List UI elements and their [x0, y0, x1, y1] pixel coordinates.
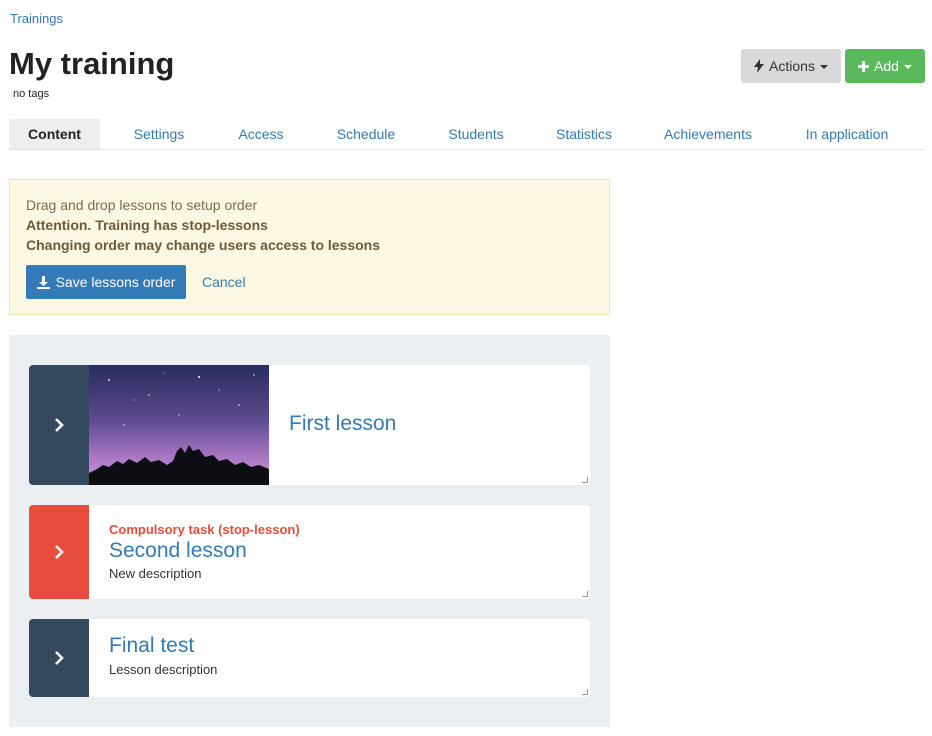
add-button-label: Add — [874, 58, 899, 74]
tab-in-application[interactable]: In application — [799, 119, 895, 149]
lesson-thumbnail-night-sky — [89, 365, 269, 485]
save-lessons-order-button[interactable]: Save lessons order — [26, 265, 186, 299]
caret-down-icon — [903, 65, 912, 69]
tags-label: no tags — [13, 88, 50, 100]
chevron-right-icon — [55, 418, 64, 432]
tab-statistics[interactable]: Statistics — [523, 119, 645, 149]
resize-grip-icon — [582, 591, 588, 597]
actions-button[interactable]: Actions — [741, 49, 841, 83]
notice-order-warning-text: Changing order may change users access t… — [26, 237, 381, 253]
add-button[interactable]: Add — [845, 49, 925, 83]
plus-icon — [858, 60, 870, 72]
tab-access[interactable]: Access — [231, 119, 291, 149]
breadcrumb-trainings[interactable]: Trainings — [10, 11, 63, 26]
lesson-description: New description — [109, 566, 202, 581]
tab-content[interactable]: Content — [9, 119, 100, 149]
resize-grip-icon — [582, 689, 588, 695]
save-lessons-order-label: Save lessons order — [55, 274, 176, 290]
lesson-title[interactable]: Final test — [109, 634, 194, 658]
lesson-drag-handle[interactable] — [29, 505, 89, 599]
chevron-right-icon — [55, 651, 64, 665]
tab-students[interactable]: Students — [441, 119, 511, 149]
lesson-card-second[interactable]: Compulsory task (stop-lesson) Second les… — [29, 505, 590, 599]
chevron-right-icon — [55, 545, 64, 559]
lesson-card-final[interactable]: Final test Lesson description — [29, 619, 590, 697]
resize-grip-icon — [582, 477, 588, 483]
caret-down-icon — [819, 65, 828, 69]
lesson-title[interactable]: First lesson — [289, 412, 396, 436]
lesson-drag-handle[interactable] — [29, 365, 89, 485]
notice-attention-text: Attention. Training has stop-lessons — [26, 217, 268, 233]
tab-settings[interactable]: Settings — [124, 119, 194, 149]
notice-drag-text: Drag and drop lessons to setup order — [26, 197, 258, 213]
download-icon — [36, 275, 50, 289]
lesson-drag-handle[interactable] — [29, 619, 89, 697]
lesson-list: First lesson Compulsory task (stop-lesso… — [9, 335, 610, 727]
cancel-button[interactable]: Cancel — [202, 274, 246, 290]
lesson-title[interactable]: Second lesson — [109, 539, 247, 563]
lesson-card-first[interactable]: First lesson — [29, 365, 590, 485]
tab-schedule[interactable]: Schedule — [329, 119, 403, 149]
reorder-notice: Drag and drop lessons to setup order Att… — [9, 179, 610, 315]
actions-button-label: Actions — [769, 58, 815, 74]
lightning-bolt-icon — [754, 59, 765, 73]
tab-bar: Content Settings Access Schedule Student… — [9, 119, 925, 150]
page-title: My training — [9, 46, 175, 81]
tab-achievements[interactable]: Achievements — [659, 119, 757, 149]
lesson-description: Lesson description — [109, 662, 218, 677]
stop-lesson-badge: Compulsory task (stop-lesson) — [109, 522, 300, 537]
